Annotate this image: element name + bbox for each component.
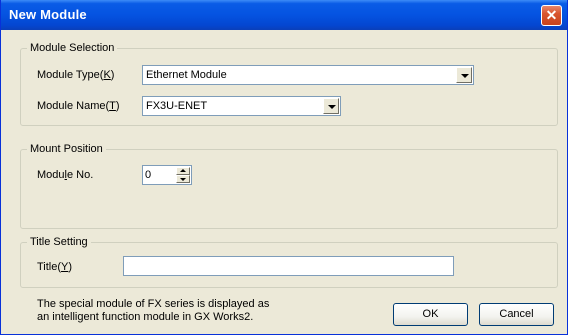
mount-position-legend: Mount Position bbox=[30, 143, 103, 155]
info-note-line-2: an intelligent function module in GX Wor… bbox=[37, 311, 254, 323]
info-note: The special module of FX series is displ… bbox=[37, 298, 297, 324]
spin-down-icon bbox=[180, 178, 186, 181]
chevron-down-icon bbox=[328, 105, 336, 109]
title-label: Title(Y) bbox=[37, 261, 73, 273]
close-button[interactable]: ✕ bbox=[541, 5, 562, 26]
spin-up-button[interactable] bbox=[176, 167, 190, 175]
dropdown-button[interactable] bbox=[323, 98, 339, 114]
module-name-label: Module Name(T) bbox=[37, 100, 120, 112]
module-no-input[interactable] bbox=[145, 168, 171, 182]
info-note-line-1: The special module of FX series is displ… bbox=[37, 298, 270, 310]
title-field[interactable] bbox=[123, 256, 454, 276]
module-type-label: Module Type(K) bbox=[37, 69, 115, 81]
module-selection-legend: Module Selection bbox=[30, 42, 115, 54]
ok-button[interactable]: OK bbox=[393, 303, 468, 326]
title-input[interactable] bbox=[124, 257, 453, 275]
spin-up-icon bbox=[180, 169, 186, 172]
close-icon: ✕ bbox=[545, 7, 558, 23]
new-module-dialog: New Module ✕ Module Selection Module Typ… bbox=[0, 0, 568, 335]
module-name-value: FX3U-ENET bbox=[146, 100, 208, 112]
mount-position-group: Mount Position bbox=[20, 143, 558, 229]
dialog-title: New Module bbox=[9, 7, 87, 22]
chevron-down-icon bbox=[461, 74, 469, 78]
cancel-button[interactable]: Cancel bbox=[479, 303, 554, 326]
dropdown-button[interactable] bbox=[456, 67, 472, 83]
module-no-spinner[interactable] bbox=[142, 165, 192, 185]
module-name-dropdown[interactable]: FX3U-ENET bbox=[142, 96, 341, 116]
spin-down-button[interactable] bbox=[176, 175, 190, 183]
module-type-value: Ethernet Module bbox=[146, 69, 227, 81]
title-setting-legend: Title Setting bbox=[30, 236, 88, 248]
module-no-label: Module No. bbox=[37, 169, 94, 181]
module-type-dropdown[interactable]: Ethernet Module bbox=[142, 65, 474, 85]
title-bar[interactable]: New Module ✕ bbox=[1, 0, 567, 30]
